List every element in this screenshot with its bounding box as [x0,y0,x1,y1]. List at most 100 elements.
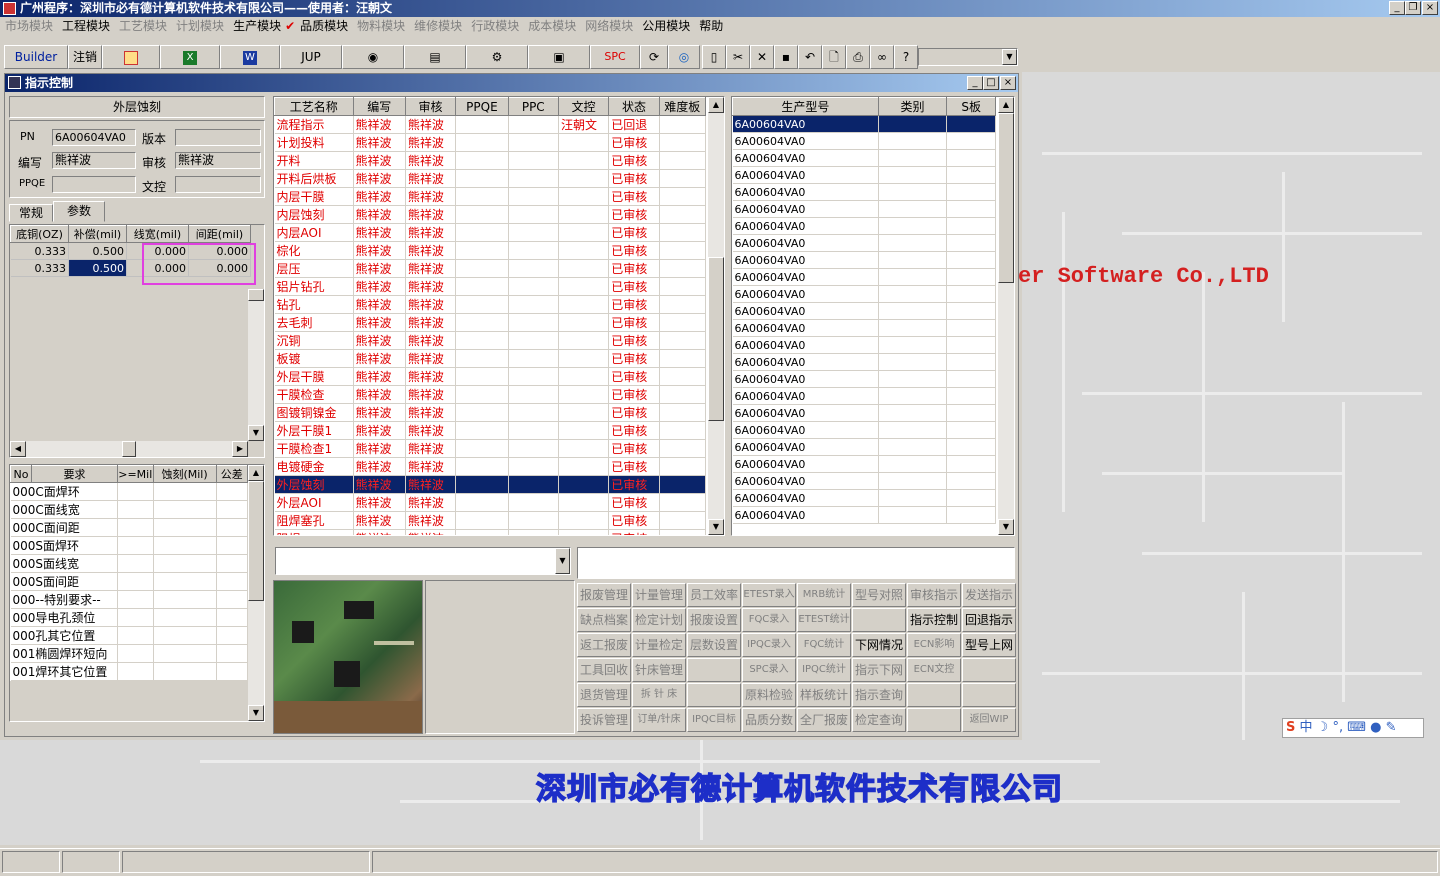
req-header[interactable]: 公差 [215,465,248,483]
process-cell[interactable] [659,529,707,535]
process-cell[interactable]: 已审核 [608,493,660,512]
process-cell[interactable]: 电镀硬金 [274,457,354,476]
function-button-5-5[interactable]: 检定查询 [852,708,906,732]
close-button[interactable]: × [1422,1,1438,15]
model-cell[interactable]: 6A00604VA0 [732,336,879,354]
process-cell[interactable] [455,349,509,368]
process-cell[interactable]: 内层干膜 [274,187,354,206]
process-cell[interactable]: 已审核 [608,151,660,170]
process-cell[interactable]: 熊祥波 [353,349,406,368]
process-cell[interactable] [455,385,509,404]
process-row[interactable]: 计划投料 熊祥波 熊祥波 已审核 [274,133,707,152]
process-cell[interactable] [508,511,559,530]
note-field[interactable] [577,547,1015,579]
process-row[interactable]: 内层干膜 熊祥波 熊祥波 已审核 [274,187,707,206]
process-cell[interactable]: 外层干膜 [274,367,354,386]
function-button-5-1[interactable]: 订单/针床 [632,708,686,732]
menu-item-1[interactable]: 工程模块 [57,17,114,36]
process-cell[interactable] [558,295,610,314]
process-cell[interactable]: 熊祥波 [405,385,457,404]
process-cell[interactable]: 去毛刺 [274,313,354,332]
model-s-cell[interactable] [946,387,996,405]
process-cell[interactable] [455,259,509,278]
process-cell[interactable]: 汪朝文 [558,115,610,134]
report-button[interactable] [102,45,160,69]
model-row[interactable]: 6A00604VA0 [732,506,996,524]
process-cell[interactable] [659,475,707,494]
model-cell[interactable]: 6A00604VA0 [732,234,879,252]
process-cell[interactable] [455,331,509,350]
process-cell[interactable]: 已审核 [608,349,660,368]
req-value-cell[interactable] [216,662,248,681]
model-type-cell[interactable] [878,404,948,422]
process-cell[interactable] [659,385,707,404]
model-type-cell[interactable] [878,489,948,507]
process-row[interactable]: 外层AOI 熊祥波 熊祥波 已审核 [274,493,707,512]
req-value-cell[interactable] [117,536,154,555]
req-cell[interactable]: 000C面线宽 [10,500,118,519]
process-cell[interactable] [659,439,707,458]
process-cell[interactable] [558,169,610,188]
model-row[interactable]: 6A00604VA0 [732,149,996,167]
process-cell[interactable] [508,295,559,314]
process-cell[interactable]: 熊祥波 [405,241,457,260]
process-cell[interactable]: 已审核 [608,241,660,260]
process-cell[interactable] [455,133,509,152]
process-cell[interactable]: 已审核 [608,385,660,404]
param-cell[interactable]: 0.500 [68,259,127,277]
version-field[interactable] [175,129,261,146]
process-row[interactable]: 外层蚀刻 熊祥波 熊祥波 已审核 [274,475,707,494]
model-cell[interactable]: 6A00604VA0 [732,404,879,422]
param-cell[interactable]: 0.500 [68,242,127,260]
process-cell[interactable]: 熊祥波 [353,187,406,206]
param-cell[interactable]: 0.333 [10,259,69,277]
process-cell[interactable] [659,259,707,278]
req-value-cell[interactable] [216,572,248,591]
process-cell[interactable] [659,457,707,476]
process-cell[interactable]: 熊祥波 [353,385,406,404]
function-button-3-2[interactable] [687,658,741,682]
process-header[interactable]: 难度板 [658,97,707,116]
model-cell[interactable]: 6A00604VA0 [732,421,879,439]
process-cell[interactable] [558,511,610,530]
menu-item-6[interactable]: 物料模块 [352,17,409,36]
param-header[interactable]: 线宽(mil) [126,225,189,243]
function-button-2-0[interactable]: 返工报废 [577,633,631,657]
pn-field[interactable]: 6A00604VA0 [52,129,136,146]
chevron-down-icon[interactable]: ▼ [555,548,570,574]
function-button-4-7[interactable] [962,683,1016,707]
model-type-cell[interactable] [878,115,948,133]
model-s-cell[interactable] [946,268,996,286]
model-s-cell[interactable] [946,149,996,167]
model-type-cell[interactable] [878,234,948,252]
process-cell[interactable]: 熊祥波 [353,259,406,278]
function-button-1-6[interactable]: 指示控制 [907,608,961,632]
process-cell[interactable]: 熊祥波 [405,187,457,206]
process-cell[interactable] [659,223,707,242]
process-cell[interactable] [558,421,610,440]
function-button-3-0[interactable]: 工具回收 [577,658,631,682]
model-cell[interactable]: 6A00604VA0 [732,319,879,337]
function-button-0-5[interactable]: 型号对照 [852,583,906,607]
req-value-cell[interactable] [216,590,248,609]
model-s-cell[interactable] [946,319,996,337]
req-header[interactable]: 蚀刻(Mil) [152,465,217,483]
process-cell[interactable]: 熊祥波 [353,493,406,512]
preview-button[interactable]: 🗋 [822,45,846,69]
wrench-icon[interactable]: ✎ [1386,720,1397,735]
model-header[interactable]: 生产型号 [732,97,879,116]
req-row[interactable]: 000S面焊环 [10,536,248,555]
process-row[interactable]: 外层干膜 熊祥波 熊祥波 已审核 [274,367,707,386]
process-cell[interactable] [508,223,559,242]
process-cell[interactable] [508,403,559,422]
function-button-0-1[interactable]: 计量管理 [632,583,686,607]
process-cell[interactable] [455,403,509,422]
process-cell[interactable] [455,313,509,332]
models-vscroll[interactable]: ▲ ▼ [998,97,1014,535]
function-button-0-6[interactable]: 审核指示 [907,583,961,607]
process-cell[interactable] [508,349,559,368]
param-header[interactable]: 底铜(OZ) [10,225,69,243]
computer-button[interactable]: ▣ [528,45,590,69]
req-value-cell[interactable] [117,608,154,627]
params-hscroll[interactable]: ◀ ▶ [10,441,248,457]
